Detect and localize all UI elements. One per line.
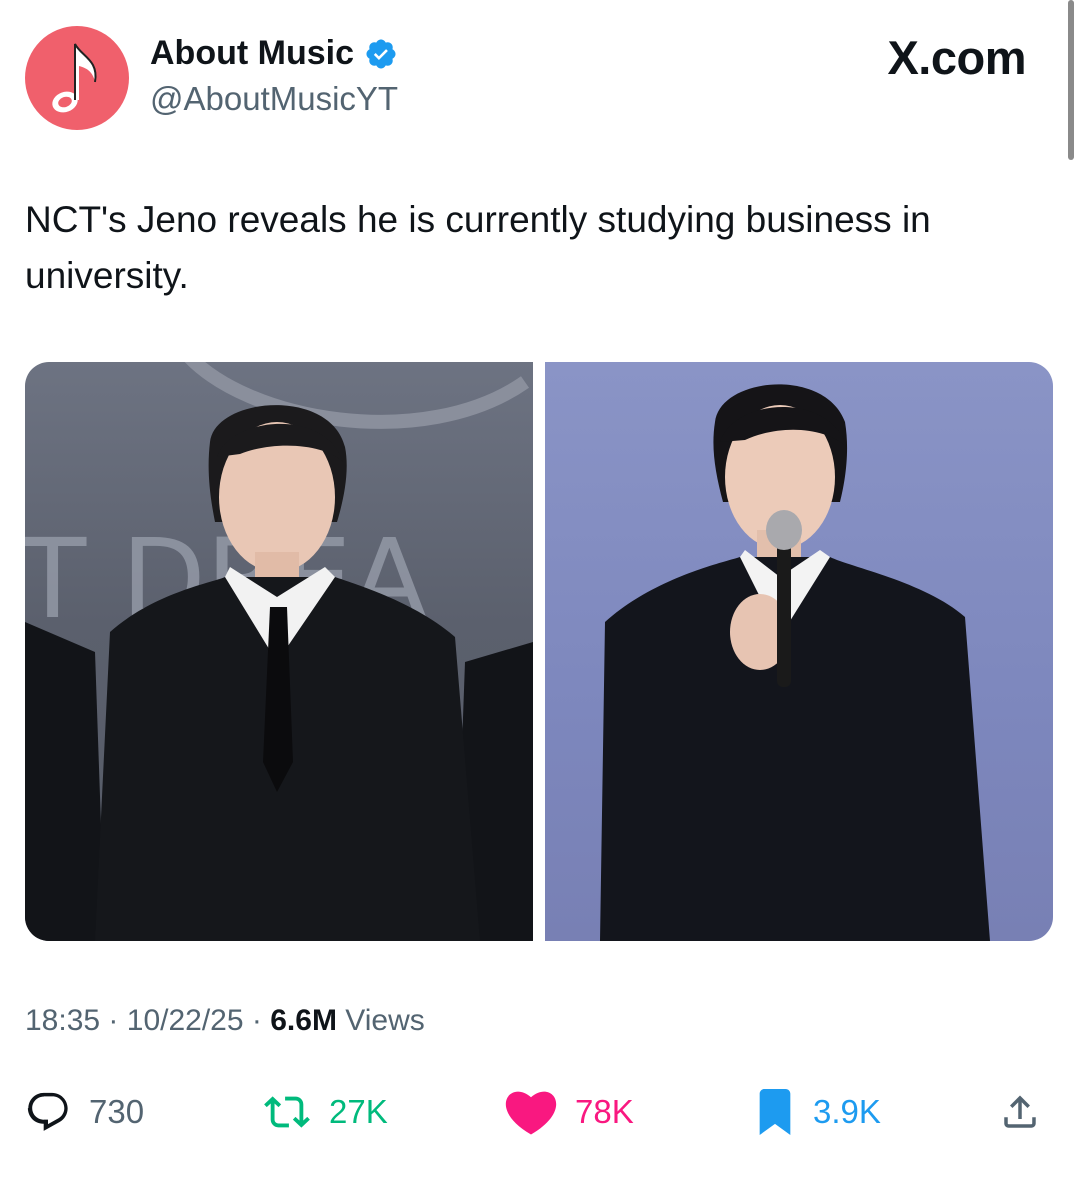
share-icon <box>1004 1095 1036 1128</box>
brand-logo: X.com <box>887 31 1026 84</box>
tweet-time[interactable]: 18:35 <box>25 1004 100 1037</box>
avatar[interactable] <box>25 26 129 130</box>
tweet-text: NCT's Jeno reveals he is currently study… <box>25 199 931 296</box>
scrollbar[interactable] <box>1068 0 1074 160</box>
photo-left-illustration: T DREA <box>25 362 533 941</box>
photo-left[interactable]: T DREA <box>25 362 533 941</box>
tweet-card: About Music @AboutMusicYT X.com NCT's Je… <box>0 0 1078 1200</box>
reply-count: 730 <box>89 1093 145 1130</box>
views-count: 6.6M <box>270 1004 337 1037</box>
retweet-button[interactable]: 27K <box>263 1082 388 1142</box>
music-note-icon <box>52 43 97 113</box>
tweet-meta: 18:35 · 10/22/25 · 6.6M Views <box>25 1004 425 1038</box>
photo-right-illustration <box>600 384 990 941</box>
bookmark-icon <box>759 1089 791 1135</box>
reply-icon <box>27 1092 68 1131</box>
display-name[interactable]: About Music <box>150 34 354 73</box>
action-bar: 730 27K 78K 3.9K <box>25 1082 1053 1142</box>
bookmark-count: 3.9K <box>813 1093 881 1130</box>
reply-button[interactable]: 730 <box>25 1082 144 1142</box>
bookmark-button[interactable]: 3.9K <box>755 1082 881 1142</box>
meta-separator: · <box>251 1004 262 1037</box>
like-button[interactable]: 78K <box>505 1082 634 1142</box>
verified-badge-icon <box>366 38 396 69</box>
share-button[interactable] <box>999 1082 1041 1142</box>
like-count: 78K <box>575 1093 634 1130</box>
tweet-date[interactable]: 10/22/25 <box>127 1004 244 1037</box>
heart-icon <box>505 1091 557 1135</box>
retweet-count: 27K <box>329 1093 388 1130</box>
author-name-row[interactable]: About Music <box>150 34 398 73</box>
photo-right[interactable] <box>545 362 1053 941</box>
author-handle[interactable]: @AboutMusicYT <box>150 80 398 118</box>
meta-separator: · <box>108 1004 119 1037</box>
retweet-icon <box>264 1096 310 1128</box>
media-grid: T DREA <box>25 362 1053 941</box>
views-label: Views <box>345 1004 425 1037</box>
